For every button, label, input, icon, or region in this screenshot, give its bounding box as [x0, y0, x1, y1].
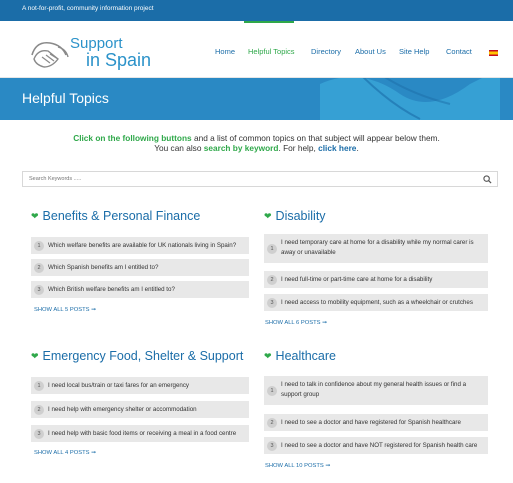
show-all-disability-link[interactable]: SHOW ALL 6 POSTS ➞ — [265, 320, 327, 326]
section-title-benefits[interactable]: ❤ Benefits & Personal Finance — [31, 209, 200, 223]
item-number: 3 — [34, 428, 44, 439]
item-number: 1 — [267, 243, 277, 254]
topic-item[interactable]: 1 I need local bus/train or taxi fares f… — [31, 377, 249, 394]
topic-item[interactable]: 3 I need help with basic food items or r… — [31, 425, 249, 442]
intro-line-1: Click on the following buttons and a lis… — [0, 133, 513, 143]
topic-item[interactable]: 3 I need to see a doctor and have NOT re… — [264, 437, 488, 454]
handshake-logo-icon[interactable] — [28, 37, 70, 73]
intro-text: and a list of common topics on that subj… — [191, 133, 440, 143]
section-title-emergency[interactable]: ❤ Emergency Food, Shelter & Support — [31, 349, 243, 363]
intro-text-mid: . For help, — [278, 143, 319, 153]
item-text: I need to see a doctor and have NOT regi… — [281, 441, 478, 449]
item-text: I need full-time or part-time care at ho… — [281, 275, 433, 283]
topic-item[interactable]: 3 Which British welfare benefits am I en… — [31, 281, 249, 298]
nav-about-us[interactable]: About Us — [355, 47, 386, 61]
tagline: A not-for-profit, community information … — [22, 5, 154, 12]
topic-item[interactable]: 1 I need to talk in confidence about my … — [264, 376, 488, 405]
section-title-text: Emergency Food, Shelter & Support — [42, 349, 244, 363]
banner-decoration — [320, 78, 500, 120]
page-banner: Helpful Topics — [0, 78, 513, 120]
nav-helpful-topics[interactable]: Helpful Topics — [248, 47, 295, 61]
item-number: 3 — [267, 440, 277, 451]
section-title-healthcare[interactable]: ❤ Healthcare — [264, 349, 336, 363]
item-number: 2 — [34, 262, 44, 273]
item-text: Which Spanish benefits am I entitled to? — [48, 263, 159, 271]
item-number: 2 — [34, 404, 44, 415]
section-title-text: Disability — [275, 209, 326, 223]
item-text: I need access to mobility equipment, suc… — [281, 298, 473, 306]
search-input[interactable] — [29, 176, 429, 182]
heart-icon: ❤ — [264, 211, 272, 221]
search-icon[interactable] — [483, 175, 492, 184]
topic-item[interactable]: 2 I need to see a doctor and have regist… — [264, 414, 488, 431]
site-logo-text[interactable]: Support in Spain — [70, 35, 151, 69]
intro-text-pre: You can also — [154, 143, 204, 153]
topic-item[interactable]: 1 Which welfare benefits are available f… — [31, 237, 249, 254]
spain-flag-icon[interactable] — [489, 50, 498, 56]
section-title-disability[interactable]: ❤ Disability — [264, 209, 326, 223]
nav-contact[interactable]: Contact — [446, 47, 472, 61]
item-number: 3 — [34, 284, 44, 295]
intro-highlight: Click on the following buttons — [73, 133, 192, 143]
item-text: I need local bus/train or taxi fares for… — [48, 381, 190, 389]
topic-item[interactable]: 1 I need temporary care at home for a di… — [264, 234, 488, 263]
item-number: 2 — [267, 274, 277, 285]
item-number: 1 — [34, 380, 44, 391]
item-number: 3 — [267, 297, 277, 308]
click-here-link[interactable]: click here — [318, 143, 356, 153]
item-text: I need help with basic food items or rec… — [48, 429, 237, 437]
intro-line-2: You can also search by keyword. For help… — [0, 143, 513, 153]
site-header: Support in Spain Home Helpful Topics Dir… — [0, 21, 513, 78]
topic-item[interactable]: 2 I need full-time or part-time care at … — [264, 271, 488, 288]
item-number: 1 — [34, 240, 44, 251]
item-text: I need help with emergency shelter or ac… — [48, 405, 197, 413]
search-box[interactable] — [22, 171, 498, 187]
search-by-keyword-link[interactable]: search by keyword — [204, 143, 279, 153]
intro-text-end: . — [356, 143, 359, 153]
item-text: I need to see a doctor and have register… — [281, 418, 461, 426]
heart-icon: ❤ — [264, 351, 272, 361]
show-all-emergency-link[interactable]: SHOW ALL 4 POSTS ➞ — [34, 450, 96, 456]
topic-item[interactable]: 2 Which Spanish benefits am I entitled t… — [31, 259, 249, 276]
active-nav-indicator — [244, 21, 294, 23]
section-title-text: Healthcare — [275, 349, 336, 363]
nav-directory[interactable]: Directory — [311, 47, 341, 61]
item-text: Which welfare benefits are available for… — [48, 241, 237, 249]
nav-home[interactable]: Home — [215, 47, 235, 61]
heart-icon: ❤ — [31, 351, 39, 361]
heart-icon: ❤ — [31, 211, 39, 221]
nav-site-help[interactable]: Site Help — [399, 47, 429, 61]
item-text: I need to talk in confidence about my ge… — [281, 381, 467, 398]
top-bar: A not-for-profit, community information … — [0, 0, 513, 21]
logo-line-2: in Spain — [86, 50, 152, 70]
section-title-text: Benefits & Personal Finance — [42, 209, 201, 223]
item-text: Which British welfare benefits am I enti… — [48, 285, 175, 293]
show-all-healthcare-link[interactable]: SHOW ALL 10 POSTS ➞ — [265, 463, 330, 469]
show-all-benefits-link[interactable]: SHOW ALL 5 POSTS ➞ — [34, 307, 96, 313]
topic-item[interactable]: 2 I need help with emergency shelter or … — [31, 401, 249, 418]
page-title: Helpful Topics — [22, 90, 109, 106]
item-number: 2 — [267, 417, 277, 428]
item-number: 1 — [267, 385, 277, 396]
topic-item[interactable]: 3 I need access to mobility equipment, s… — [264, 294, 488, 311]
item-text: I need temporary care at home for a disa… — [281, 239, 474, 256]
